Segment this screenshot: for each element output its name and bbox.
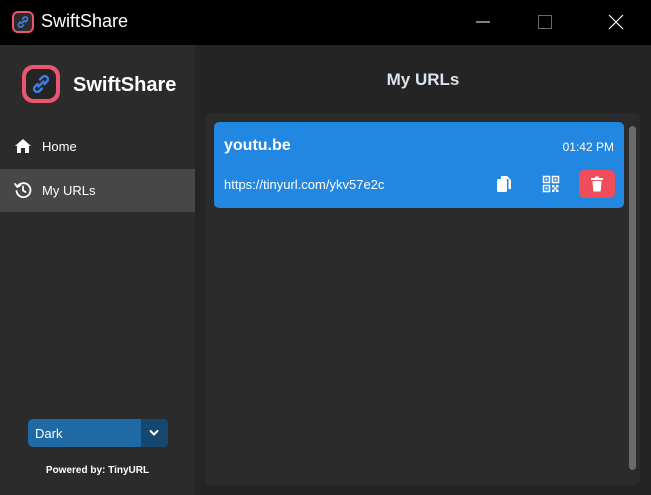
maximize-button[interactable]: [522, 0, 568, 45]
chevron-down-icon: [149, 430, 159, 436]
url-timestamp: 01:42 PM: [562, 140, 614, 154]
minimize-button[interactable]: [460, 0, 506, 45]
scrollbar[interactable]: [629, 126, 636, 470]
window-title: SwiftShare: [41, 11, 129, 31]
powered-by-label: Powered by: TinyURL: [45, 465, 150, 476]
theme-dropdown-value: Dark: [35, 426, 63, 441]
home-icon: [15, 139, 31, 153]
sidebar-item-home[interactable]: Home: [0, 125, 195, 168]
maximize-icon: [538, 15, 552, 29]
short-url: https://tinyurl.com/ykv57e2c: [224, 177, 385, 192]
minimize-icon: [476, 21, 490, 23]
sidebar-item-label: My URLs: [42, 183, 96, 198]
brand-logo: [22, 65, 60, 103]
title-bar: SwiftShare: [0, 0, 651, 45]
link-icon: [32, 74, 50, 94]
qr-code-icon: [542, 175, 560, 193]
theme-dropdown[interactable]: Dark: [28, 419, 168, 447]
page-title: My URLs: [386, 70, 460, 89]
copy-icon: [497, 176, 511, 192]
sidebar: SwiftShare Home My URLs Dark Powered by:…: [0, 45, 195, 495]
delete-button[interactable]: [579, 170, 615, 198]
main-content: My URLs youtu.be 01:42 PM https://tinyur…: [195, 45, 651, 495]
qr-code-button[interactable]: [533, 170, 569, 198]
history-icon: [14, 182, 32, 199]
copy-button[interactable]: [486, 170, 522, 198]
close-button[interactable]: [593, 0, 639, 45]
sidebar-item-my-urls[interactable]: My URLs: [0, 169, 195, 212]
close-icon: [608, 14, 624, 30]
sidebar-item-label: Home: [42, 139, 77, 154]
link-icon: [17, 16, 29, 28]
url-domain: youtu.be: [224, 137, 291, 154]
url-card: youtu.be 01:42 PM https://tinyurl.com/yk…: [214, 122, 624, 208]
dropdown-arrow-button[interactable]: [141, 419, 168, 447]
app-icon: [12, 11, 34, 33]
brand-name: SwiftShare: [73, 74, 177, 96]
trash-icon: [591, 176, 603, 192]
